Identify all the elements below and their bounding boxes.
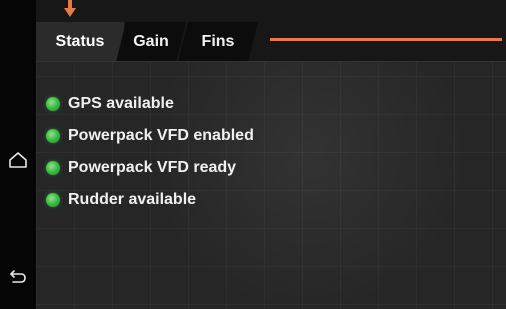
status-label: Rudder available xyxy=(68,191,197,208)
status-item-vfd-enabled: Powerpack VFD enabled xyxy=(46,124,254,148)
status-label: GPS available xyxy=(68,95,174,112)
back-icon xyxy=(10,270,26,283)
tab-status-label: Status xyxy=(55,33,105,50)
home-icon xyxy=(9,152,27,168)
back-button[interactable] xyxy=(4,262,32,290)
tab-fins-label: Fins xyxy=(201,33,235,50)
tab-gain-label: Gain xyxy=(133,33,169,50)
tab-accent-rule xyxy=(270,38,502,41)
status-item-rudder: Rudder available xyxy=(46,188,254,212)
status-label: Powerpack VFD ready xyxy=(68,159,237,176)
status-list: GPS available Powerpack VFD enabled Powe… xyxy=(46,92,254,220)
side-rail xyxy=(0,0,36,309)
home-button[interactable] xyxy=(4,146,32,174)
status-led-icon xyxy=(46,193,60,207)
tab-divider xyxy=(36,61,506,62)
main-panel: Status Gain Fins GPS available Powerpack… xyxy=(36,0,506,309)
tab-fins[interactable]: Fins xyxy=(178,22,258,62)
status-led-icon xyxy=(46,129,60,143)
arrow-down-icon xyxy=(64,0,76,17)
tab-status[interactable]: Status xyxy=(36,22,124,62)
status-label: Powerpack VFD enabled xyxy=(68,127,254,144)
tab-gain[interactable]: Gain xyxy=(116,22,186,62)
tab-bar: Status Gain Fins xyxy=(36,0,506,62)
status-led-icon xyxy=(46,161,60,175)
status-item-vfd-ready: Powerpack VFD ready xyxy=(46,156,254,180)
status-led-icon xyxy=(46,97,60,111)
status-item-gps: GPS available xyxy=(46,92,254,116)
